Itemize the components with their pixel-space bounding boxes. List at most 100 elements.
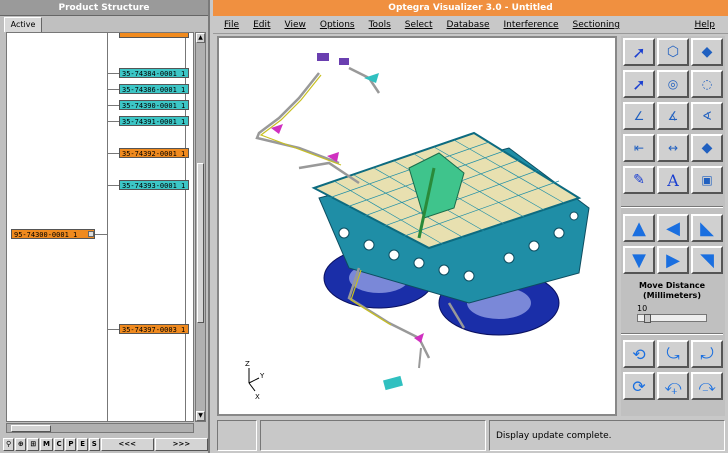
tree-connector	[107, 329, 119, 330]
menu-sectioning[interactable]: Sectioning	[566, 20, 627, 30]
tree-button[interactable]: ⊞	[27, 438, 39, 451]
slider-knob[interactable]	[644, 314, 651, 323]
menu-view[interactable]: View	[278, 20, 313, 30]
scroll-thumb[interactable]	[11, 425, 51, 432]
tree-node[interactable]: 35-74386-0001_1	[119, 84, 189, 94]
horizontal-scrollbar[interactable]	[6, 423, 194, 433]
status-message: Display update complete.	[496, 431, 612, 441]
menu-tools[interactable]: Tools	[362, 20, 398, 30]
rotate-neg-x-button[interactable]: ⟳	[623, 372, 655, 400]
tool-palette: ➚ ⬡ ◆ ➚ ◎ ◌ ∠ ∡ ∢ ⇤ ↔ ◆ ✎ A ▣ ▲ ◀ ◣ ▼ ▶	[621, 36, 725, 416]
menu-database[interactable]: Database	[440, 20, 497, 30]
rotate-icon: ⤾	[700, 344, 714, 363]
tree-node[interactable]: 35-74384-0001_1	[119, 68, 189, 78]
arrow-down-icon: ▼	[632, 249, 646, 271]
menu-options[interactable]: Options	[313, 20, 362, 30]
expand-toggle[interactable]	[88, 231, 94, 237]
tab-bar: Active	[0, 16, 208, 32]
rotate-icon: ⤽	[664, 376, 682, 395]
search-button[interactable]: ⚲	[3, 438, 14, 451]
scroll-right-button[interactable]: >>>	[154, 438, 209, 451]
move-left-button[interactable]: ◀	[657, 214, 689, 242]
text-tool-button[interactable]: A	[657, 166, 689, 194]
m-button[interactable]: M	[39, 438, 53, 451]
select-tool-button[interactable]: ➚	[623, 38, 655, 66]
assembly-model-render: Z Y X	[245, 53, 590, 401]
query-part-button[interactable]: ◆	[691, 38, 723, 66]
wire-cube-icon: ⬡	[666, 44, 680, 60]
search-icon: ⚲	[6, 440, 12, 448]
distance-tool-button[interactable]: ↔	[657, 134, 689, 162]
c-button[interactable]: C	[53, 438, 65, 451]
arrow-diagonal-icon: ◣	[700, 217, 714, 239]
rotate-icon: ⤿	[666, 344, 680, 363]
tree-connector	[107, 73, 119, 74]
measure-angle3-button[interactable]: ∢	[691, 102, 723, 130]
tree-node[interactable]: 35-74391-0001_1	[119, 116, 189, 126]
snapshot-tool-button[interactable]: ▣	[691, 166, 723, 194]
pen-icon: ✎	[633, 172, 645, 188]
rotate-neg-z-button[interactable]: ⤼	[691, 372, 723, 400]
measure-arc-icon: ◌	[701, 77, 713, 91]
markup-tool-button[interactable]: ✎	[623, 166, 655, 194]
section-tool-button[interactable]: ◆	[691, 134, 723, 162]
menu-help[interactable]: Help	[687, 20, 722, 30]
angle-icon: ∠	[633, 109, 645, 123]
s-button[interactable]: S	[88, 438, 100, 451]
tree-root-node[interactable]: 95-74300-0001_1	[11, 229, 95, 239]
move-up-button[interactable]: ▲	[623, 214, 655, 242]
move-down-button[interactable]: ▼	[623, 246, 655, 274]
e-button[interactable]: E	[77, 438, 88, 451]
tree-connector	[107, 153, 119, 154]
pick-tool-button[interactable]: ➚	[623, 70, 655, 98]
separator	[621, 206, 723, 208]
scroll-left-button[interactable]: <<<	[100, 438, 154, 451]
move-back-button[interactable]: ◥	[691, 246, 723, 274]
status-bar: Display update complete.	[213, 418, 728, 453]
menu-file[interactable]: File	[217, 20, 246, 30]
measure-point-icon: ◎	[667, 77, 679, 91]
rotate-neg-y-button[interactable]: ⤽	[657, 372, 689, 400]
tree-node[interactable]: 35-74392-0001_1	[119, 148, 189, 158]
move-distance-value: 10	[637, 304, 648, 313]
vertical-scrollbar[interactable]: ▲ ▼	[195, 32, 206, 422]
tab-active[interactable]: Active	[4, 17, 42, 32]
select-box-tool-button[interactable]: ⬡	[657, 38, 689, 66]
rotate-icon: ⟳	[632, 376, 646, 396]
measure-angle2-button[interactable]: ∡	[657, 102, 689, 130]
measure-arc-button[interactable]: ◌	[691, 70, 723, 98]
tree-node[interactable]: 35-74397-0003_1	[119, 324, 189, 334]
arrow-up-icon: ▲	[632, 217, 646, 239]
arrow-left-icon: ◀	[666, 217, 680, 239]
rotate-x-button[interactable]: ⟲	[623, 340, 655, 368]
menu-select[interactable]: Select	[398, 20, 440, 30]
tree-node[interactable]: 35-74390-0001_1	[119, 100, 189, 110]
zoom-button[interactable]: ⊕	[14, 438, 27, 451]
tree-connector	[107, 105, 119, 106]
scroll-thumb[interactable]	[197, 163, 204, 323]
rotate-z-button[interactable]: ⤾	[691, 340, 723, 368]
rotate-icon: ⟲	[632, 344, 646, 364]
axis-label-y: Y	[259, 372, 265, 380]
move-distance-slider[interactable]	[637, 314, 707, 323]
distance-query-button[interactable]: ⇤	[623, 134, 655, 162]
3d-viewport[interactable]: Z Y X	[217, 36, 617, 416]
tree-node-partial[interactable]	[119, 33, 189, 38]
axis-label-z: Z	[245, 360, 250, 368]
measure-angle-button[interactable]: ∠	[623, 102, 655, 130]
move-forward-button[interactable]: ◣	[691, 214, 723, 242]
move-right-button[interactable]: ▶	[657, 246, 689, 274]
menu-interference[interactable]: Interference	[496, 20, 565, 30]
scroll-up-arrow[interactable]: ▲	[196, 33, 205, 43]
tree-node[interactable]: 35-74393-0001_1	[119, 180, 189, 190]
window-title: Optegra Visualizer 3.0 - Untitled	[213, 0, 728, 16]
tree-connector	[107, 89, 119, 90]
status-field-left	[217, 420, 257, 451]
measure-point-button[interactable]: ◎	[657, 70, 689, 98]
scroll-down-arrow[interactable]: ▼	[196, 411, 205, 421]
angle-icon: ∢	[701, 109, 713, 123]
p-button[interactable]: P	[65, 438, 77, 451]
tree-connector	[95, 234, 107, 235]
menu-edit[interactable]: Edit	[246, 20, 277, 30]
rotate-y-button[interactable]: ⤿	[657, 340, 689, 368]
